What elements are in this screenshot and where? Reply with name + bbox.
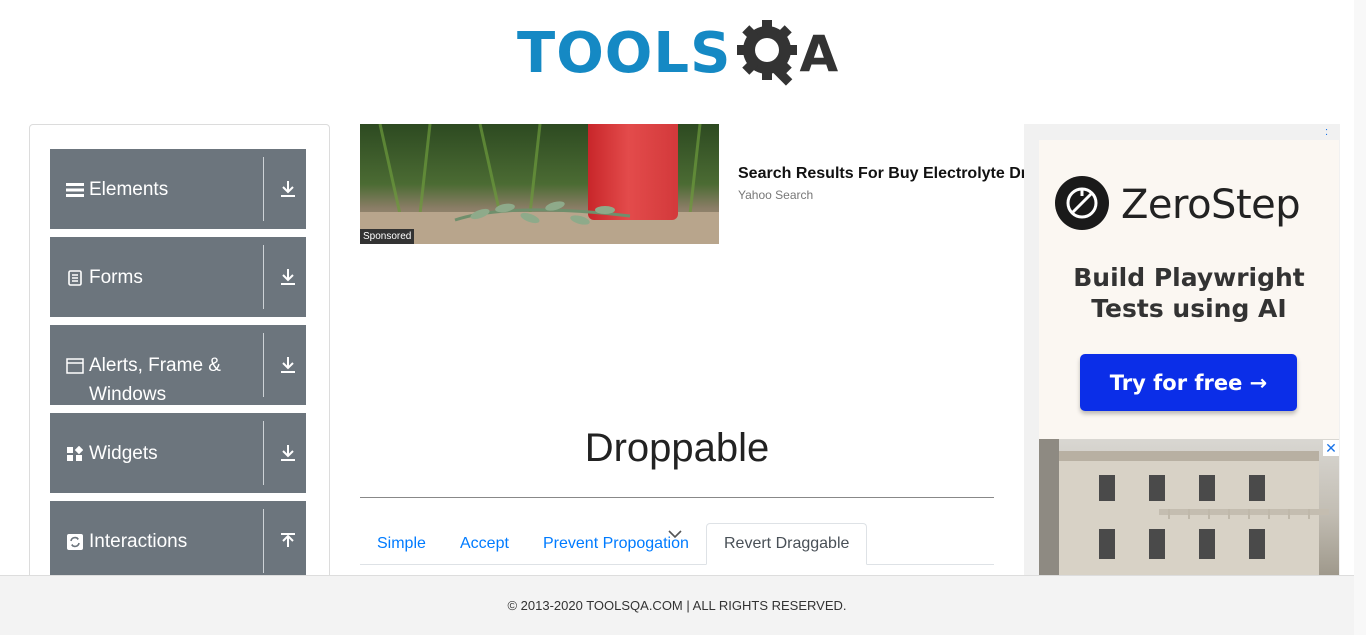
sidebar-group-header: Widgets <box>50 413 264 493</box>
right-ad-panel: : ZeroStep Build Playwright Tests using … <box>1024 124 1340 575</box>
tab-simple[interactable]: Simple <box>360 523 443 565</box>
ad-source: Yahoo Search <box>738 188 814 202</box>
widgets-icon <box>66 445 84 463</box>
header: TOOLS A <box>0 0 1354 110</box>
upload-arrow-icon[interactable] <box>276 529 300 553</box>
download-arrow-icon[interactable] <box>276 177 300 201</box>
divider <box>263 421 264 485</box>
window-icon <box>66 357 84 375</box>
footer-copyright: © 2013-2020 TOOLSQA.COM | ALL RIGHTS RES… <box>507 598 847 613</box>
divider <box>263 245 264 309</box>
ad-title-link[interactable]: Search Results For Buy Electrolyte Dr <box>738 165 1028 183</box>
page-title: Droppable <box>584 426 770 470</box>
download-arrow-icon[interactable] <box>276 441 300 465</box>
logo-letter: A <box>799 25 839 83</box>
sidebar-group-header: Alerts, Frame & Windows <box>50 325 250 405</box>
ad-leaves-art <box>454 201 631 225</box>
footer: © 2013-2020 TOOLSQA.COM | ALL RIGHTS RES… <box>0 575 1354 635</box>
sidebar-group-label: Widgets <box>89 443 158 464</box>
sidebar-group-header: Interactions <box>50 501 264 581</box>
refresh-icon <box>66 533 84 551</box>
divider <box>263 509 264 573</box>
sidebar-group-elements[interactable]: Elements <box>50 149 306 229</box>
zerostep-ad[interactable]: ZeroStep Build Playwright Tests using AI… <box>1039 140 1339 439</box>
sidebar-group-widgets[interactable]: Widgets <box>50 413 306 493</box>
ad-image[interactable] <box>360 124 719 244</box>
divider <box>263 333 264 397</box>
sidebar-group-header: Forms <box>50 237 264 317</box>
sidebar-group-interactions[interactable]: Interactions <box>50 501 306 581</box>
try-for-free-button[interactable]: Try for free → <box>1080 354 1297 411</box>
toolsqa-logo[interactable]: TOOLS A <box>517 14 843 94</box>
sponsored-badge: Sponsored <box>360 229 415 244</box>
download-arrow-icon[interactable] <box>276 353 300 377</box>
house-art <box>1039 439 1329 575</box>
page-scrollbar[interactable] <box>1354 0 1366 635</box>
chevron-down-icon[interactable] <box>667 528 683 540</box>
tab-accept[interactable]: Accept <box>443 523 526 565</box>
close-ad-icon[interactable]: ✕ <box>1323 440 1339 456</box>
tab-revert-draggable[interactable]: Revert Draggable <box>706 523 868 565</box>
zerostep-brand: ZeroStep <box>1121 182 1301 228</box>
divider <box>263 157 264 221</box>
logo-text: TOOLS <box>517 21 732 86</box>
zerostep-logo-icon <box>1055 176 1109 230</box>
sidebar-group-header: Elements <box>50 149 264 229</box>
sidebar: Elements Forms Alerts, Frame & Windows W… <box>29 124 330 594</box>
sidebar-group-label: Alerts, Frame & Windows <box>89 355 221 405</box>
sidebar-group-label: Interactions <box>89 531 188 552</box>
divider <box>360 497 994 498</box>
gear-magnifier-icon <box>737 20 798 86</box>
document-icon <box>66 269 84 287</box>
sidebar-group-forms[interactable]: Forms <box>50 237 306 317</box>
sidebar-group-alerts[interactable]: Alerts, Frame & Windows <box>50 325 306 405</box>
ad-menu-icon[interactable]: : <box>1325 126 1328 138</box>
sidebar-group-label: Elements <box>89 179 169 200</box>
zerostep-tagline: Build Playwright Tests using AI <box>1073 263 1305 323</box>
hamburger-icon <box>66 181 84 199</box>
sidebar-group-label: Forms <box>89 267 143 288</box>
download-arrow-icon[interactable] <box>276 265 300 289</box>
house-ad-image[interactable] <box>1039 439 1339 575</box>
